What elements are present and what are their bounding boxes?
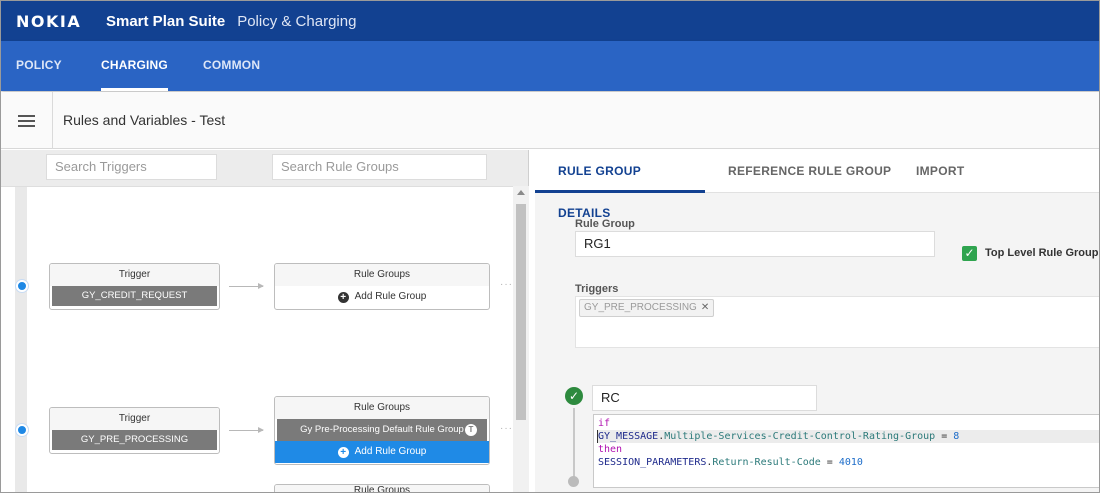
add-rule-group-label: Add Rule Group — [354, 291, 427, 302]
rule-connector-dot — [568, 476, 579, 487]
rule-connector-line — [573, 408, 575, 480]
flow-canvas: Trigger GY_CREDIT_REQUEST Rule Groups + … — [1, 186, 516, 492]
add-rule-group-button[interactable]: + Add Rule Group — [275, 441, 489, 463]
nokia-logo[interactable]: NOKIA — [16, 12, 106, 31]
row-indicator-dot[interactable] — [16, 424, 28, 436]
details-panel: RULE GROUP DETAILS REFERENCE RULE GROUP … — [535, 150, 1099, 492]
suite-name: Smart Plan Suite — [106, 12, 226, 30]
scrollbar-thumb[interactable] — [516, 204, 526, 420]
add-rule-group-button[interactable]: + Add Rule Group — [275, 286, 489, 308]
rule-group-input[interactable]: RG1 — [575, 231, 935, 257]
trigger-name[interactable]: GY_CREDIT_REQUEST — [52, 286, 217, 306]
app-window: NOKIA Smart Plan Suite Policy & Charging… — [0, 0, 1100, 493]
rule-canvas-panel: Search Triggers Search Rule Groups Trigg… — [1, 150, 529, 492]
remove-chip-icon[interactable]: ✕ — [701, 300, 709, 316]
top-level-checkbox[interactable]: ✓ — [962, 246, 977, 261]
top-bar: NOKIA Smart Plan Suite Policy & Charging — [1, 1, 1099, 41]
code-line: SESSION_PARAMETERS.Return-Result-Code = … — [598, 456, 1099, 469]
suite-subtitle: Policy & Charging — [237, 12, 357, 30]
rule-valid-check-icon: ✓ — [565, 387, 583, 405]
plus-circle-icon: + — [337, 291, 349, 303]
trigger-card[interactable]: Trigger GY_CREDIT_REQUEST — [49, 263, 220, 310]
search-triggers-input[interactable]: Search Triggers — [46, 154, 217, 180]
tab-reference-rule-group[interactable]: REFERENCE RULE GROUP — [728, 150, 891, 193]
rule-groups-card-header: Rule Groups — [275, 397, 489, 419]
row-indicator-dot[interactable] — [16, 280, 28, 292]
tab-import[interactable]: IMPORT — [916, 150, 964, 193]
rule-groups-card: Rule Groups — [274, 484, 490, 492]
trigger-card-header: Trigger — [50, 408, 219, 430]
hamburger-menu-icon[interactable] — [1, 92, 53, 149]
code-line: then — [598, 443, 1099, 456]
triggers-label: Triggers — [575, 283, 619, 295]
canvas-scrollbar[interactable] — [513, 186, 529, 492]
code-property: Multiple-Services-Credit-Control-Rating-… — [664, 431, 936, 442]
code-property: Return-Result-Code — [712, 457, 821, 468]
rule-group-label: Rule Group — [575, 218, 635, 230]
top-level-label: Top Level Rule Group — [985, 247, 1099, 259]
search-rule-groups-input[interactable]: Search Rule Groups — [272, 154, 487, 180]
code-operator: = — [935, 431, 954, 442]
timeline-lane — [15, 187, 27, 492]
triggers-field[interactable]: GY_PRE_PROCESSING ✕ — [575, 296, 1099, 348]
code-operator: = — [820, 457, 839, 468]
rule-groups-card: Rule Groups Gy Pre-Processing Default Ru… — [274, 396, 490, 465]
code-number: 8 — [953, 431, 960, 442]
title-bar: Rules and Variables - Test — [1, 92, 1099, 149]
flow-arrow — [229, 283, 264, 289]
code-line: if — [598, 417, 1099, 430]
rule-code-editor[interactable]: if GY_MESSAGE.Multiple-Services-Credit-C… — [593, 414, 1099, 488]
main-nav: POLICY CHARGING COMMON — [1, 41, 1099, 91]
page-title: Rules and Variables - Test — [63, 112, 226, 128]
trigger-card-header: Trigger — [50, 264, 219, 286]
code-line-active: GY_MESSAGE.Multiple-Services-Credit-Cont… — [597, 430, 1099, 443]
trigger-card[interactable]: Trigger GY_PRE_PROCESSING — [49, 407, 220, 454]
code-keyword: if — [598, 418, 611, 429]
code-object: GY_MESSAGE — [598, 431, 659, 442]
rule-group-item[interactable]: Gy Pre-Processing Default Rule Group T — [277, 419, 487, 441]
code-object: SESSION_PARAMETERS — [598, 457, 707, 468]
trigger-chip-label: GY_PRE_PROCESSING — [584, 302, 697, 313]
trigger-name[interactable]: GY_PRE_PROCESSING — [52, 430, 217, 450]
code-number: 4010 — [838, 457, 863, 468]
rule-groups-card-header: Rule Groups — [275, 264, 489, 286]
add-rule-group-label: Add Rule Group — [354, 446, 427, 457]
tab-policy[interactable]: POLICY — [16, 41, 62, 91]
code-keyword: then — [598, 444, 623, 455]
tab-charging[interactable]: CHARGING — [101, 41, 168, 91]
plus-circle-icon: + — [337, 446, 349, 458]
rule-groups-card-header: Rule Groups — [275, 485, 489, 492]
trigger-chip: GY_PRE_PROCESSING ✕ — [579, 299, 715, 317]
tab-common[interactable]: COMMON — [203, 41, 260, 91]
flow-arrow — [229, 427, 264, 433]
tab-rule-group-details[interactable]: RULE GROUP DETAILS — [535, 150, 705, 220]
top-level-badge-icon: T — [465, 424, 477, 436]
scroll-up-arrow-icon[interactable] — [517, 190, 525, 195]
rule-group-item-label: Gy Pre-Processing Default Rule Group — [300, 424, 464, 435]
details-tabs: RULE GROUP DETAILS REFERENCE RULE GROUP … — [535, 150, 1099, 220]
rule-groups-card: Rule Groups + Add Rule Group — [274, 263, 490, 310]
rule-name-input[interactable]: RC — [592, 385, 817, 411]
